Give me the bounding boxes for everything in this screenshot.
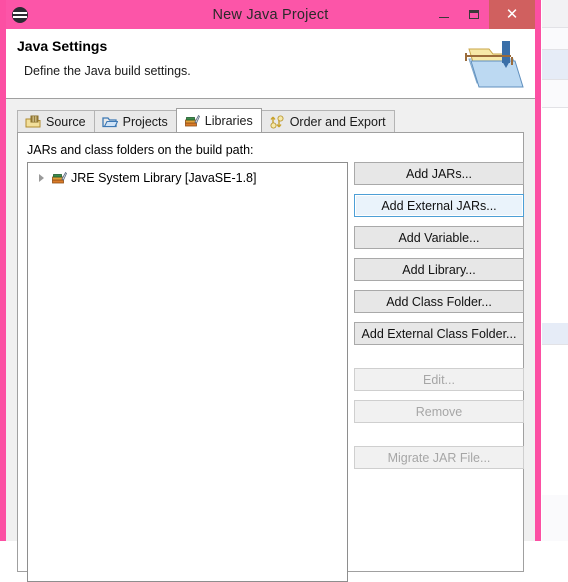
java-project-folder-banner-icon bbox=[459, 35, 525, 93]
page-title: Java Settings bbox=[17, 38, 107, 54]
add-library-button[interactable]: Add Library... bbox=[354, 258, 524, 281]
minimize-button[interactable] bbox=[429, 0, 459, 29]
add-jars-button[interactable]: Add JARs... bbox=[354, 162, 524, 185]
tab-projects[interactable]: Projects bbox=[94, 110, 177, 132]
tree-item-label: JRE System Library [JavaSE-1.8] bbox=[71, 171, 256, 185]
chevron-right-icon[interactable] bbox=[37, 173, 47, 183]
tree-item-jre-system-library[interactable]: JRE System Library [JavaSE-1.8] bbox=[28, 168, 347, 188]
tab-label: Libraries bbox=[205, 114, 253, 128]
libraries-books-icon bbox=[184, 113, 200, 129]
page-description: Define the Java build settings. bbox=[24, 64, 191, 78]
source-package-icon bbox=[25, 114, 41, 130]
build-path-label: JARs and class folders on the build path… bbox=[27, 143, 523, 157]
libraries-tab-panel: JARs and class folders on the build path… bbox=[17, 132, 524, 572]
libraries-button-column: Add JARs... Add External JARs... Add Var… bbox=[354, 162, 524, 478]
remove-button: Remove bbox=[354, 400, 524, 423]
background-row bbox=[542, 495, 568, 541]
edit-button: Edit... bbox=[354, 368, 524, 391]
background-row bbox=[542, 108, 568, 323]
wizard-header: Java Settings Define the Java build sett… bbox=[6, 29, 535, 99]
add-variable-button[interactable]: Add Variable... bbox=[354, 226, 524, 249]
background-row bbox=[542, 345, 568, 495]
tab-source[interactable]: Source bbox=[17, 110, 95, 132]
new-java-project-dialog: New Java Project ✕ Java Settings Define … bbox=[0, 0, 541, 541]
add-class-folder-button[interactable]: Add Class Folder... bbox=[354, 290, 524, 313]
jre-library-icon bbox=[51, 170, 67, 186]
add-external-jars-button[interactable]: Add External JARs... bbox=[354, 194, 524, 217]
tab-order-and-export[interactable]: Order and Export bbox=[261, 110, 395, 132]
close-button[interactable]: ✕ bbox=[489, 0, 535, 29]
add-external-class-folder-button[interactable]: Add External Class Folder... bbox=[354, 322, 524, 345]
background-row bbox=[542, 28, 568, 50]
order-export-arrows-icon bbox=[269, 114, 285, 130]
background-row bbox=[542, 0, 568, 28]
tab-label: Order and Export bbox=[290, 115, 386, 129]
tab-libraries[interactable]: Libraries bbox=[176, 108, 262, 132]
build-path-tree[interactable]: JRE System Library [JavaSE-1.8] bbox=[27, 162, 348, 582]
maximize-button[interactable] bbox=[459, 0, 489, 29]
background-row bbox=[542, 50, 568, 80]
window-controls: ✕ bbox=[429, 0, 535, 29]
migrate-jar-file-button: Migrate JAR File... bbox=[354, 446, 524, 469]
background-row bbox=[542, 80, 568, 108]
projects-folder-icon bbox=[102, 114, 118, 130]
libraries-content-row: JRE System Library [JavaSE-1.8] Add JARs… bbox=[18, 162, 523, 582]
title-bar[interactable]: New Java Project ✕ bbox=[6, 0, 535, 29]
eclipse-icon bbox=[12, 7, 28, 23]
tab-label: Source bbox=[46, 115, 86, 129]
background-row bbox=[542, 323, 568, 345]
tab-label: Projects bbox=[123, 115, 168, 129]
tab-strip: Source Projects Libraries bbox=[17, 108, 535, 132]
